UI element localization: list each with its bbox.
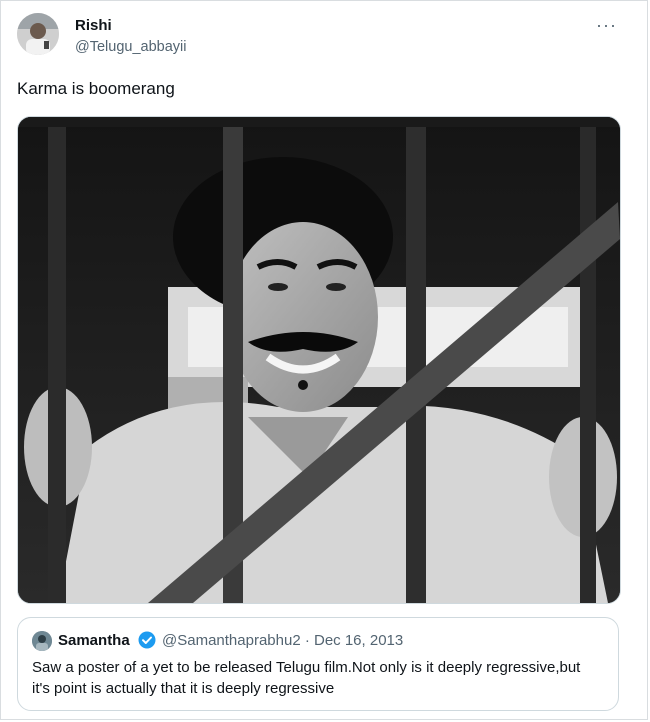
tweet-text: Karma is boomerang [17, 79, 175, 98]
author-handle[interactable]: @Telugu_abbayii [75, 39, 186, 55]
more-options-icon[interactable]: ··· [596, 15, 617, 36]
quoted-author-handle[interactable]: @Samanthaprabhu2 [162, 632, 301, 649]
tweet-card: Rishi @Telugu_abbayii ··· Karma is boome… [0, 0, 648, 720]
tweet-image[interactable] [17, 116, 621, 604]
quoted-meta: @Samanthaprabhu2 · Dec 16, 2013 [162, 632, 403, 649]
quoted-tweet-text: Saw a poster of a yet to be released Tel… [32, 659, 581, 697]
meta-separator: · [304, 632, 310, 649]
quoted-author-name[interactable]: Samantha [58, 632, 130, 649]
quoted-author-avatar[interactable] [32, 631, 52, 651]
verified-badge-icon [138, 631, 156, 649]
author-avatar[interactable] [17, 13, 59, 55]
author-name[interactable]: Rishi [75, 17, 112, 34]
quoted-tweet-date[interactable]: Dec 16, 2013 [314, 632, 403, 649]
quoted-tweet[interactable]: Samantha @Samanthaprabhu2 · Dec 16, 2013… [17, 617, 619, 711]
